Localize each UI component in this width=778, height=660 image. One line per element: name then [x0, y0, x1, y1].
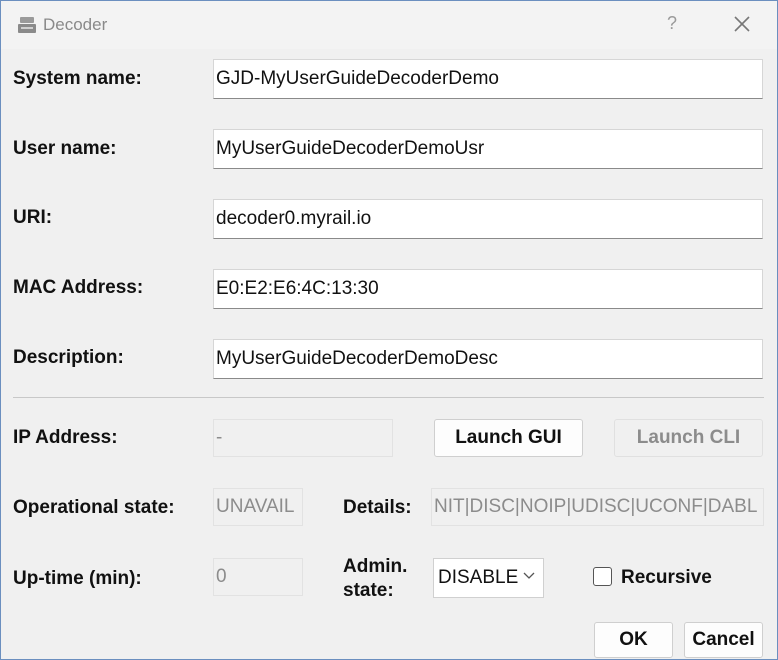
ip-address-label: IP Address: — [13, 427, 118, 448]
cancel-button[interactable]: Cancel — [684, 622, 763, 658]
chevron-down-icon — [523, 572, 535, 579]
admin-state-dropdown[interactable]: DISABLE — [433, 558, 544, 598]
launch-gui-button[interactable]: Launch GUI — [434, 419, 583, 457]
decoder-icon — [18, 17, 36, 33]
user-name-input[interactable]: MyUserGuideDecoderDemoUsr — [213, 129, 763, 169]
mac-address-input[interactable]: E0:E2:E6:4C:13:30 — [213, 269, 763, 309]
uptime-label: Up-time (min): — [13, 568, 142, 589]
ok-button[interactable]: OK — [594, 622, 673, 658]
launch-cli-button: Launch CLI — [614, 419, 763, 457]
system-name-label: System name: — [13, 68, 142, 89]
recursive-label: Recursive — [621, 567, 712, 588]
uri-label: URI: — [13, 207, 53, 228]
ip-address-field: - — [213, 419, 393, 457]
mac-address-label: MAC Address: — [13, 277, 144, 298]
description-input[interactable]: MyUserGuideDecoderDemoDesc — [213, 339, 763, 379]
decoder-dialog: Decoder ? System name: GJD-MyUserGuideDe… — [0, 0, 778, 660]
separator — [13, 397, 764, 398]
window-title: Decoder — [43, 15, 108, 34]
user-name-label: User name: — [13, 138, 117, 159]
system-name-input[interactable]: GJD-MyUserGuideDecoderDemo — [213, 59, 763, 99]
admin-state-label-line2: state: — [343, 580, 394, 601]
help-button[interactable]: ? — [667, 13, 677, 34]
details-field: NIT|DISC|NOIP|UDISC|UCONF|DABL — [431, 488, 764, 526]
uptime-field: 0 — [213, 558, 303, 596]
title-bar: Decoder ? — [1, 1, 777, 49]
description-label: Description: — [13, 347, 124, 368]
admin-state-label-line1: Admin. — [343, 556, 408, 577]
operational-state-field: UNAVAIL — [213, 488, 303, 526]
recursive-checkbox[interactable] — [593, 567, 612, 586]
details-label: Details: — [343, 497, 412, 518]
uri-input[interactable]: decoder0.myrail.io — [213, 199, 763, 239]
admin-state-value: DISABLE — [438, 567, 519, 588]
operational-state-label: Operational state: — [13, 497, 175, 518]
close-icon[interactable] — [731, 13, 753, 35]
